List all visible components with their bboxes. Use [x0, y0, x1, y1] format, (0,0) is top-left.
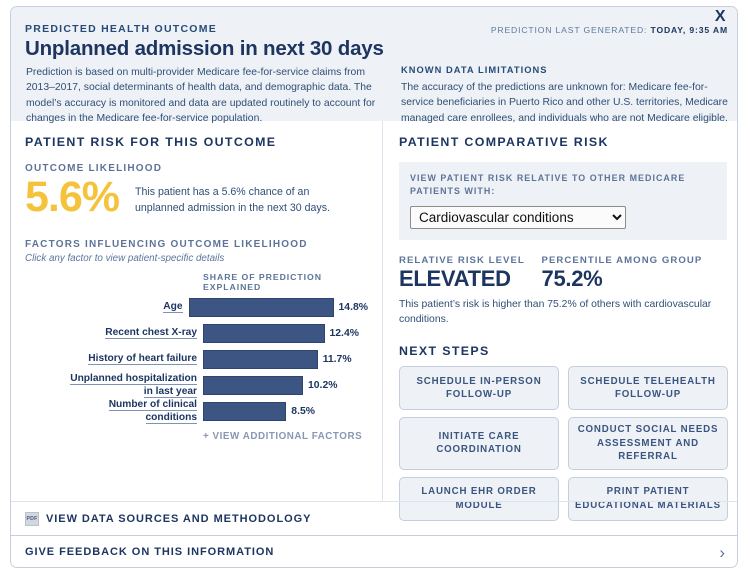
factor-bar-track: 10.2% — [203, 376, 337, 395]
give-feedback-row[interactable]: GIVE FEEDBACK ON THIS INFORMATION › — [11, 535, 737, 567]
factor-bar-fill — [188, 298, 334, 317]
view-data-sources-row[interactable]: PDF VIEW DATA SOURCES AND METHODOLOGY — [11, 501, 737, 535]
prediction-card: X PREDICTED HEALTH OUTCOME PREDICTION LA… — [10, 6, 738, 568]
factor-label[interactable]: Age — [25, 301, 189, 314]
header-band: X PREDICTED HEALTH OUTCOME PREDICTION LA… — [11, 7, 737, 124]
prediction-description: Prediction is based on multi-provider Me… — [26, 67, 376, 125]
pdf-icon: PDF — [25, 511, 39, 526]
factor-label[interactable]: History of heart failure — [25, 353, 203, 366]
factor-label[interactable]: Unplanned hospitalization in last year — [25, 373, 203, 398]
relative-risk-value: ELEVATED — [399, 265, 511, 291]
factor-bar-row[interactable]: History of heart failure 11.7% — [25, 349, 368, 370]
factor-bar-fill — [203, 324, 325, 343]
view-additional-factors-link[interactable]: + VIEW ADDITIONAL FACTORS — [203, 431, 368, 442]
factor-bar-fill — [203, 350, 318, 369]
comparative-risk-panel: PATIENT COMPARATIVE RISK VIEW PATIENT RI… — [382, 121, 737, 521]
chart-axis-label: SHARE OF PREDICTION EXPLAINED — [203, 272, 322, 292]
close-icon[interactable]: X — [712, 9, 729, 25]
outcome-likelihood-value: 5.6% — [25, 173, 120, 221]
risk-stats-row: RELATIVE RISK LEVEL ELEVATED PERCENTILE … — [399, 255, 727, 292]
prediction-timestamp: PREDICTION LAST GENERATED: TODAY, 9:35 A… — [491, 25, 728, 35]
timestamp-label: PREDICTION LAST GENERATED: — [490, 25, 651, 35]
factors-bar-chart: Age 14.8% Recent chest X-ray 12.4% History o… — [25, 297, 368, 424]
comparison-group-label: VIEW PATIENT RISK RELATIVE TO OTHER MEDI… — [410, 173, 686, 197]
comparative-risk-description: This patient’s risk is higher than 75.2%… — [399, 299, 712, 326]
percentile-block: PERCENTILE AMONG GROUP 75.2% — [542, 255, 727, 292]
factor-bar-track: 14.8% — [188, 298, 368, 317]
factors-title: FACTORS INFLUENCING OUTCOME LIKELIHOOD — [25, 239, 308, 250]
factors-header: FACTORS INFLUENCING OUTCOME LIKELIHOOD C… — [25, 239, 368, 264]
patient-risk-panel: PATIENT RISK FOR THIS OUTCOME OUTCOME LI… — [11, 121, 382, 501]
comparison-group-panel: VIEW PATIENT RISK RELATIVE TO OTHER MEDI… — [399, 162, 727, 240]
factor-bar-value: 11.7% — [322, 354, 352, 365]
page-title: Unplanned admission in next 30 days — [25, 37, 384, 60]
factor-bar-row[interactable]: Age 14.8% — [25, 297, 368, 318]
relative-risk-block: RELATIVE RISK LEVEL ELEVATED — [399, 255, 542, 292]
factor-label[interactable]: Recent chest X-ray — [25, 327, 203, 340]
factor-bar-row[interactable]: Unplanned hospitalization in last year 10.… — [25, 373, 368, 398]
known-limitations-body: The accuracy of the predictions are unkn… — [401, 82, 728, 124]
relative-risk-label: RELATIVE RISK LEVEL — [399, 254, 525, 266]
comparative-risk-title: PATIENT COMPARATIVE RISK — [399, 135, 609, 149]
factor-bar-track: 8.5% — [203, 402, 315, 421]
factor-label[interactable]: Number of clinical conditions — [25, 399, 203, 424]
factor-bar-row[interactable]: Recent chest X-ray 12.4% — [25, 323, 368, 344]
known-limitations-title: KNOWN DATA LIMITATIONS — [401, 65, 548, 75]
view-data-sources-label: VIEW DATA SOURCES AND METHODOLOGY — [46, 512, 312, 525]
comparison-group-select[interactable]: Cardiovascular conditions — [410, 205, 626, 229]
factor-bar-row[interactable]: Number of clinical conditions 8.5% — [25, 399, 368, 424]
factor-bar-fill — [203, 376, 303, 395]
outcome-likelihood-row: 5.6% This patient has a 5.6% chance of a… — [25, 176, 368, 219]
factor-bar-value: 8.5% — [291, 406, 315, 417]
chevron-right-icon: › — [719, 542, 725, 562]
factor-bar-fill — [203, 402, 287, 421]
next-step-button[interactable]: SCHEDULE TELEHEALTH FOLLOW-UP — [568, 366, 728, 411]
percentile-label: PERCENTILE AMONG GROUP — [541, 254, 703, 266]
next-step-button[interactable]: CONDUCT SOCIAL NEEDS ASSESSMENT AND REFE… — [568, 417, 728, 470]
factor-bar-value: 10.2% — [308, 380, 338, 391]
known-limitations-block: KNOWN DATA LIMITATIONS The accuracy of t… — [401, 65, 731, 126]
give-feedback-label: GIVE FEEDBACK ON THIS INFORMATION — [25, 546, 275, 558]
percentile-value: 75.2% — [541, 265, 603, 291]
patient-risk-title: PATIENT RISK FOR THIS OUTCOME — [25, 135, 277, 149]
next-step-button[interactable]: SCHEDULE IN-PERSON FOLLOW-UP — [399, 366, 559, 411]
factor-bar-track: 12.4% — [203, 324, 359, 343]
factor-bar-track: 11.7% — [203, 350, 352, 369]
next-steps-grid: SCHEDULE IN-PERSON FOLLOW-UP SCHEDULE TEL… — [399, 366, 728, 521]
page-eyebrow: PREDICTED HEALTH OUTCOME — [25, 23, 217, 35]
next-step-button[interactable]: INITIATE CARE COORDINATION — [399, 417, 559, 470]
factor-bar-value: 12.4% — [329, 328, 359, 339]
next-steps-title: NEXT STEPS — [399, 344, 490, 359]
factor-bar-value: 14.8% — [338, 302, 368, 313]
factors-hint: Click any factor to view patient-specifi… — [25, 253, 225, 264]
timestamp-value: TODAY, 9:35 AM — [650, 25, 728, 35]
outcome-likelihood-description: This patient has a 5.6% chance of an unp… — [135, 186, 330, 214]
